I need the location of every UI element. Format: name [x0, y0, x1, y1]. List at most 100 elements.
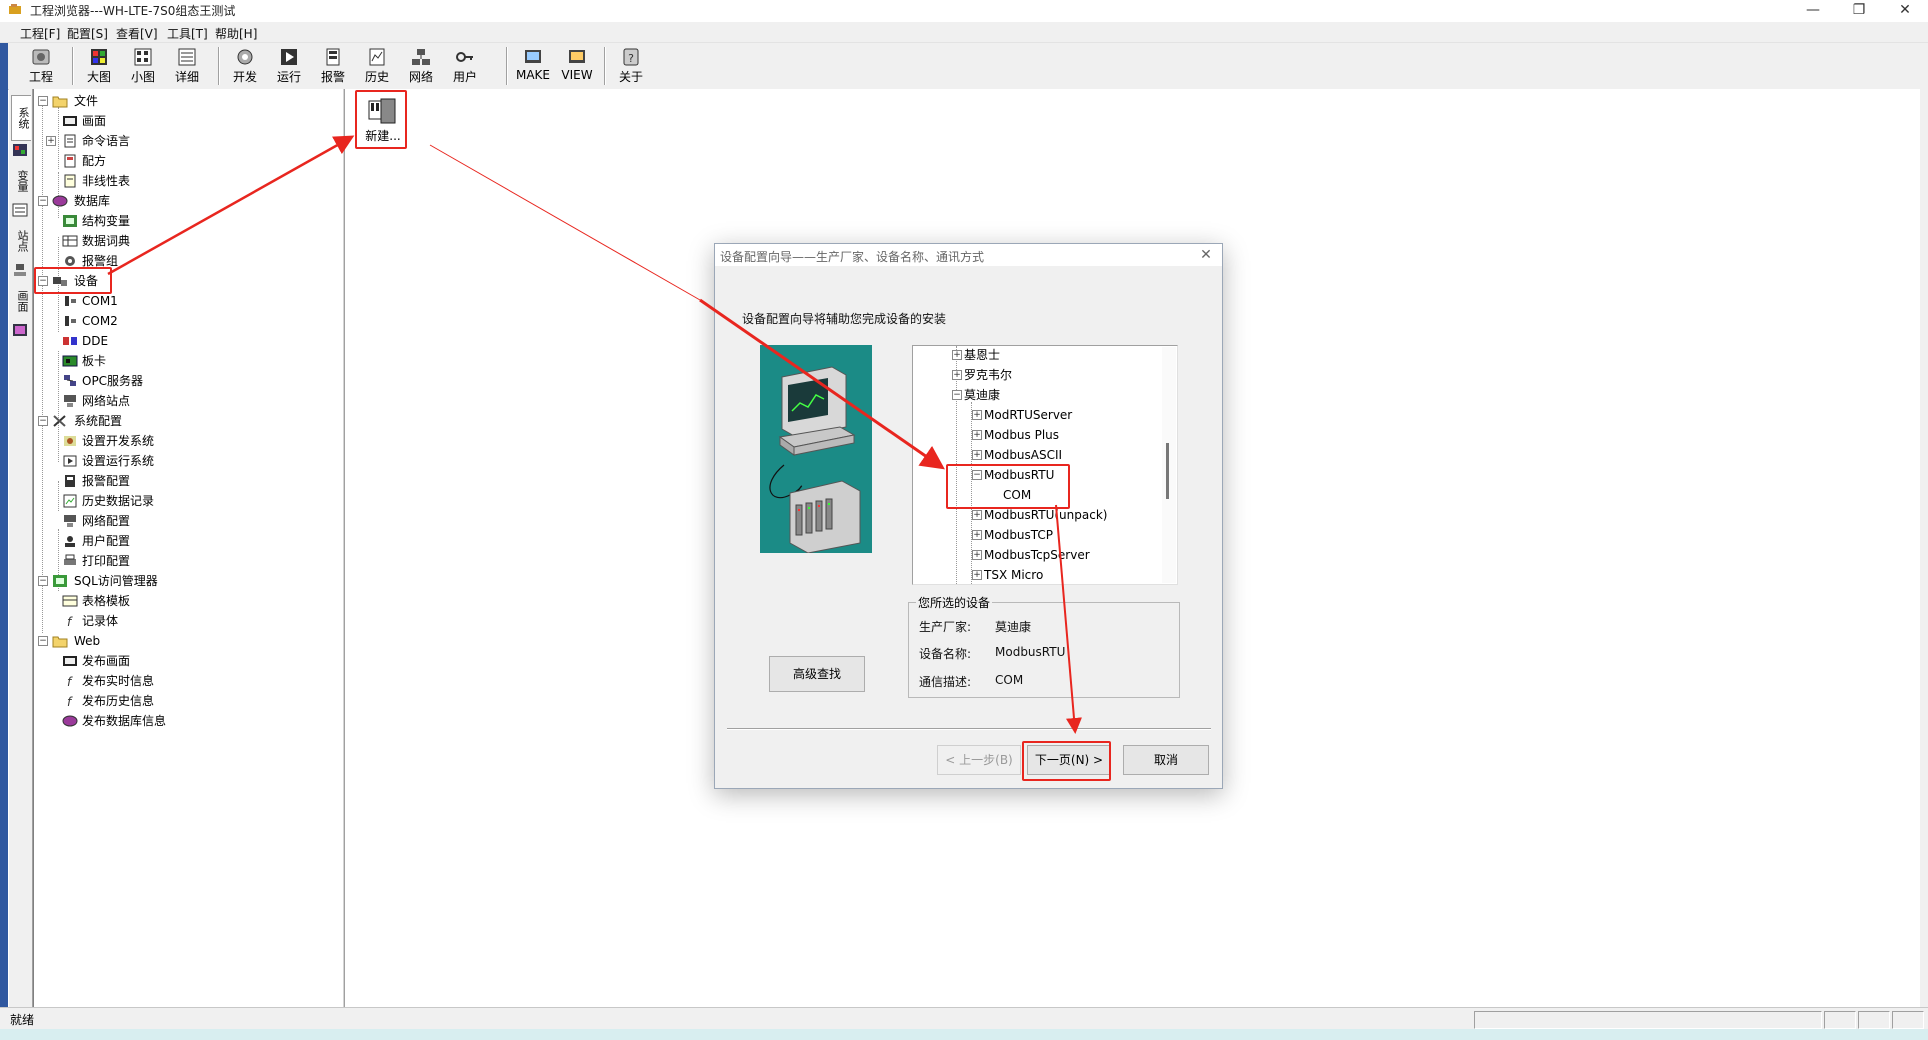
expand-icon[interactable]: + [952, 370, 962, 380]
bottom-strip [0, 1029, 1928, 1040]
expand-icon[interactable]: + [972, 550, 982, 560]
tab-system-label: 系统 [17, 107, 30, 129]
tab-screens[interactable]: 画面 [11, 281, 30, 321]
status-bar: 就绪 [0, 1007, 1928, 1030]
sql-icon [53, 575, 67, 587]
expand-icon[interactable]: + [972, 430, 982, 440]
expand-icon[interactable]: + [972, 450, 982, 460]
tab-variables[interactable]: 变量 [11, 161, 30, 201]
toolbar-run-label: 运行 [276, 70, 301, 84]
tree-node-label: 设置运行系统 [82, 454, 155, 468]
menu-view[interactable]: 查看[V] [116, 25, 158, 42]
annotation-box-next [1022, 741, 1111, 781]
collapse-icon[interactable]: − [38, 416, 48, 426]
tree-node-label: 报警配置 [82, 474, 131, 488]
toolbar-large-icons-button[interactable]: 大图 [78, 45, 120, 87]
history-record-icon [63, 494, 77, 508]
toolbar-run-button[interactable]: 运行 [268, 45, 310, 87]
menu-help[interactable]: 帮助[H] [215, 25, 257, 42]
tree-node-label: 命令语言 [82, 134, 131, 148]
title-bar: 工程浏览器---WH-LTE-7S0组态王测试 — ❐ ✕ [0, 0, 1928, 22]
tree-node-label: 发布历史信息 [82, 694, 155, 708]
toolbar-details-button[interactable]: 详细 [166, 45, 208, 87]
toolbar-make-label: MAKE [515, 68, 550, 82]
details-icon [178, 48, 196, 66]
cancel-button[interactable]: 取消 [1123, 745, 1209, 775]
tree-node-label: Web [74, 634, 101, 648]
toolbar-separator [218, 47, 219, 85]
dev-settings-icon [64, 436, 76, 446]
svg-text:f: f [67, 675, 73, 688]
board-icon [62, 355, 78, 367]
device-tree-scroll-thumb[interactable] [1166, 443, 1169, 499]
expand-icon[interactable]: + [972, 410, 982, 420]
toolbar-develop-label: 开发 [232, 70, 257, 84]
tab-screens-label: 画面 [16, 290, 29, 312]
toolbar-project-button[interactable]: 工程 [20, 45, 62, 87]
toolbar-history-button[interactable]: 历史 [356, 45, 398, 87]
tab-system[interactable]: 系统 [11, 95, 31, 141]
status-cell [1892, 1011, 1924, 1029]
device-tree-scrollbar[interactable] [1162, 347, 1176, 583]
tab-stations[interactable]: 站点 [11, 221, 30, 261]
script-icon [64, 134, 76, 148]
collapse-icon[interactable]: − [38, 636, 48, 646]
close-button[interactable]: ✕ [1882, 0, 1928, 22]
project-tree: − 文件 画面 + 命令语言 配方 非线性表 − 数据库 结构变量 数据词典 报… [33, 89, 346, 1007]
expand-icon[interactable]: + [46, 136, 56, 146]
toolbar-separator [72, 47, 73, 85]
toolbar-network-button[interactable]: 网络 [400, 45, 442, 87]
status-cell [1474, 1011, 1822, 1029]
collapse-icon[interactable]: − [38, 576, 48, 586]
comm-desc-label: 通信描述: [919, 675, 972, 689]
toolbar-make-button[interactable]: MAKE [512, 45, 554, 87]
menu-tools[interactable]: 工具[T] [167, 25, 208, 42]
tree-node-label: 网络站点 [82, 394, 131, 408]
toolbar-alarm-button[interactable]: 报警 [312, 45, 354, 87]
tree-node-label: SQL访问管理器 [74, 574, 158, 588]
toolbar-develop-button[interactable]: 开发 [224, 45, 266, 87]
minimize-button[interactable]: — [1790, 0, 1836, 22]
collapse-icon[interactable]: − [38, 196, 48, 206]
expand-icon[interactable]: + [972, 570, 982, 580]
tree-connector [58, 351, 59, 462]
menu-project[interactable]: 工程[F] [20, 25, 60, 42]
toolbar-view-button[interactable]: VIEW [556, 45, 598, 87]
alarm-config-icon [65, 475, 75, 487]
tree-node-label: 用户配置 [82, 534, 131, 548]
device-tree-label: 基恩士 [964, 348, 1001, 362]
maximize-button[interactable]: ❐ [1836, 0, 1882, 22]
expand-icon[interactable]: + [972, 530, 982, 540]
annotation-box-device [34, 267, 112, 294]
collapse-icon[interactable]: − [952, 390, 962, 400]
toolbar-about-button[interactable]: ? 关于 [610, 45, 652, 87]
menu-config[interactable]: 配置[S] [67, 25, 108, 42]
table-template-icon [62, 595, 78, 607]
folder-icon [52, 96, 68, 108]
manufacturer-label: 生产厂家: [919, 620, 972, 634]
dialog-close-button[interactable]: ✕ [1195, 245, 1217, 265]
advanced-search-button[interactable]: 高级查找 [769, 656, 865, 692]
expand-icon[interactable]: + [972, 510, 982, 520]
right-edge-scrollbar[interactable] [1920, 89, 1928, 1007]
tree-node-label: 数据词典 [82, 234, 131, 248]
network-station-icon [64, 395, 76, 407]
toolbar-user-button[interactable]: 用户 [444, 45, 486, 87]
toolbar: 工程 大图 小图 详细 开发 运行 报警 历史 网络 用户 MAKE VIEW … [0, 43, 1928, 90]
tree-node-label: 板卡 [82, 354, 107, 368]
user-config-icon [65, 536, 75, 547]
tree-node-label: COM2 [82, 314, 118, 328]
prev-button[interactable]: < 上一步(B) [937, 745, 1021, 775]
alarm-group-icon [65, 256, 75, 266]
alarm-icon [326, 48, 340, 66]
tree-node-label: DDE [82, 334, 109, 348]
tree-node-label: 画面 [82, 114, 107, 128]
project-icon [32, 49, 50, 65]
small-icons-icon [134, 48, 152, 66]
toolbar-small-icons-button[interactable]: 小图 [122, 45, 164, 87]
device-name-value: ModbusRTU [995, 645, 1066, 659]
printer-icon [64, 554, 76, 565]
collapse-icon[interactable]: − [38, 96, 48, 106]
struct-icon [63, 215, 77, 227]
expand-icon[interactable]: + [952, 350, 962, 360]
